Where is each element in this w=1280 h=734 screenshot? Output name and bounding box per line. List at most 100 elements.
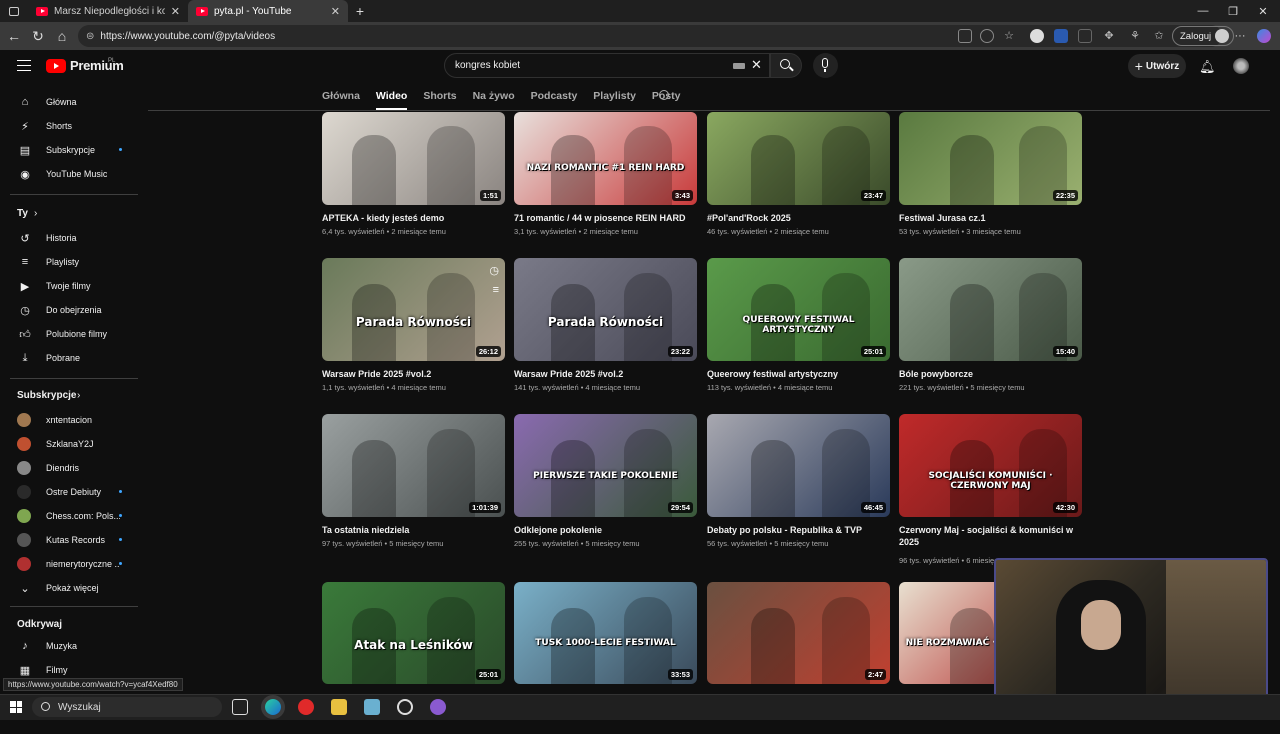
sidebar-subscription[interactable]: xntentacion [0, 408, 140, 432]
clear-search-icon[interactable]: ✕ [751, 57, 762, 73]
more-options-icon[interactable]: ··· [1233, 29, 1247, 43]
video-thumbnail[interactable]: SOCJALIŚCI KOMUNIŚCI · CZERWONY MAJ 42:30 [899, 414, 1082, 517]
video-title[interactable]: 71 romantic / 44 w piosence REIN HARD [514, 212, 697, 224]
channel-search-icon[interactable] [659, 90, 669, 100]
video-thumbnail[interactable]: TUSK 1000-LECIE FESTIWAL 33:53 [514, 582, 697, 684]
video-thumbnail[interactable]: 1:01:39 [322, 414, 505, 517]
video-thumbnail[interactable]: Parada Równości 23:22 [514, 258, 697, 361]
sidebar-item-history[interactable]: ↺ Historia [0, 226, 140, 250]
copilot-icon[interactable] [1257, 29, 1271, 43]
search-button[interactable] [770, 53, 802, 78]
sidebar-item-your-videos[interactable]: ▶ Twoje filmy [0, 274, 140, 298]
sidebar-item-playlists[interactable]: ≡ Playlisty [0, 250, 140, 274]
new-tab-icon[interactable]: + [348, 3, 372, 19]
video-card[interactable]: 46:45 Debaty po polsku - Republika & TVP 5… [707, 414, 890, 567]
split-screen-icon[interactable]: ⚘ [1128, 29, 1142, 43]
minimize-icon[interactable]: — [1188, 0, 1218, 22]
collections-icon[interactable]: ✩ [1152, 29, 1166, 43]
video-card[interactable]: PIERWSZE TAKIE POKOLENIE 29:54 Odklejone p… [514, 414, 697, 567]
search-input[interactable]: kongres kobiet ✕ [444, 53, 770, 78]
windows-start-icon[interactable] [10, 701, 22, 713]
tab-live[interactable]: Na żywo [473, 86, 515, 110]
sidebar-item-liked[interactable]: 👍︎ Polubione filmy [0, 322, 140, 346]
shield-extension-icon[interactable] [1054, 29, 1068, 43]
extension-icon[interactable] [1030, 29, 1044, 43]
video-card[interactable]: 22:35 Festiwal Jurasa cz.1 53 tys. wyświet… [899, 112, 1082, 255]
video-thumbnail[interactable]: 1:51 [322, 112, 505, 205]
video-title[interactable]: Queerowy festiwal artystyczny [707, 368, 890, 380]
video-card[interactable]: Parada Równości ◷ ≡ 26:12 Warsaw Pride 2025 … [322, 258, 505, 411]
show-more-button[interactable]: ⌄ Pokaż więcej [0, 576, 140, 600]
home-browser-icon[interactable]: ⌂ [50, 24, 74, 48]
notifications-bell-icon[interactable]: 🔔︎ [1199, 59, 1216, 75]
video-thumbnail[interactable]: 2:47 [707, 582, 890, 684]
video-thumbnail[interactable]: NAZI ROMANTIC #1 REIN HARD 3:43 [514, 112, 697, 205]
video-thumbnail[interactable]: 15:40 [899, 258, 1082, 361]
create-button[interactable]: + Utwórz [1128, 54, 1186, 78]
video-thumbnail[interactable]: PIERWSZE TAKIE POKOLENIE 29:54 [514, 414, 697, 517]
task-view-icon[interactable] [232, 699, 248, 715]
video-thumbnail[interactable]: Atak na Leśników 25:01 [322, 582, 505, 684]
back-icon[interactable]: ← [2, 24, 26, 48]
notepad-icon[interactable] [364, 699, 380, 715]
video-title[interactable]: Festiwal Jurasa cz.1 [899, 212, 1082, 224]
sidebar-subscription[interactable]: Kutas Records [0, 528, 140, 552]
account-avatar[interactable] [1233, 58, 1249, 74]
opera-icon[interactable] [298, 699, 314, 715]
video-thumbnail[interactable]: 23:47 [707, 112, 890, 205]
video-title[interactable]: Debaty po polsku - Republika & TVP [707, 524, 890, 536]
video-thumbnail[interactable]: QUEEROWY FESTIWAL ARTYSTYCZNY 25:01 [707, 258, 890, 361]
menu-icon[interactable] [17, 60, 31, 71]
youtube-premium-logo[interactable]: Premium PL [46, 58, 124, 73]
sidebar-item-subscriptions[interactable]: ▤ Subskrypcje [0, 138, 140, 162]
video-title[interactable]: Warsaw Pride 2025 #vol.2 [514, 368, 697, 380]
add-to-queue-icon[interactable]: ≡ [493, 284, 499, 296]
close-tab-icon[interactable]: ✕ [171, 5, 180, 18]
video-card[interactable]: NAZI ROMANTIC #1 REIN HARD 3:43 71 romanti… [514, 112, 697, 255]
browser-tab[interactable]: Marsz Niepodległości i kontra 20 ✕ [28, 0, 188, 22]
video-card[interactable]: 1:01:39 Ta ostatnia niedziela 97 tys. wyśw… [322, 414, 505, 567]
video-card[interactable]: SOCJALIŚCI KOMUNIŚCI · CZERWONY MAJ 42:30… [899, 414, 1082, 567]
sidebar-heading-you[interactable]: Ty [17, 208, 28, 219]
video-title[interactable]: APTEKA - kiedy jesteś demo [322, 212, 505, 224]
obs-icon[interactable] [397, 699, 413, 715]
sidebar-item-watch-later[interactable]: ◷ Do obejrzenia [0, 298, 140, 322]
extension-icon[interactable] [1078, 29, 1092, 43]
keyboard-icon[interactable] [733, 63, 745, 69]
video-title[interactable]: Warsaw Pride 2025 #vol.2 [322, 368, 505, 380]
puzzle-icon[interactable]: ✥ [1102, 29, 1116, 43]
edge-browser-icon[interactable] [265, 699, 281, 715]
site-info-icon[interactable]: ⊜ [86, 31, 94, 42]
video-title[interactable]: Bóle powyborcze [899, 368, 1082, 380]
video-card[interactable]: 23:47 #Pol'and'Rock 2025 46 tys. wyświetle… [707, 112, 890, 255]
address-bar[interactable]: ⊜ https://www.youtube.com/@pyta/videos [78, 25, 1222, 47]
video-card[interactable]: 1:51 APTEKA - kiedy jesteś demo 6,4 tys. w… [322, 112, 505, 255]
sidebar-subscription[interactable]: Ostre Debiuty [0, 480, 140, 504]
reload-icon[interactable]: ↻ [26, 24, 50, 48]
tab-videos[interactable]: Wideo [375, 86, 408, 110]
tab-actions-icon[interactable] [0, 0, 28, 22]
close-tab-icon[interactable]: ✕ [331, 5, 340, 18]
video-card[interactable]: 15:40 Bóle powyborcze 221 tys. wyświetleń … [899, 258, 1082, 411]
video-title[interactable]: Czerwony Maj - socjaliści & komuniści w … [899, 524, 1082, 548]
zoom-icon[interactable] [980, 29, 994, 43]
file-explorer-icon[interactable] [331, 699, 347, 715]
video-thumbnail[interactable]: 22:35 [899, 112, 1082, 205]
sidebar-item-music[interactable]: ◉ YouTube Music [0, 162, 140, 186]
voice-search-button[interactable] [813, 53, 838, 78]
browser-tab-active[interactable]: pyta.pl - YouTube ✕ [188, 0, 348, 22]
sidebar-item-shorts[interactable]: ⚡︎ Shorts [0, 114, 140, 138]
discord-icon[interactable] [430, 699, 446, 715]
sidebar-subscription[interactable]: Chess.com: Pols... [0, 504, 140, 528]
app-available-icon[interactable] [958, 29, 972, 43]
sidebar-subscription[interactable]: niemerytoryczne ... [0, 552, 140, 576]
sidebar-heading-subscriptions[interactable]: Subskrypcje [17, 390, 76, 401]
video-thumbnail[interactable]: 46:45 [707, 414, 890, 517]
tab-shorts[interactable]: Shorts [423, 86, 456, 110]
sidebar-item-download[interactable]: ⤓ Pobrane [0, 346, 140, 370]
video-title[interactable]: Ta ostatnia niedziela [322, 524, 505, 536]
sidebar-subscription[interactable]: SzklanaY2J [0, 432, 140, 456]
login-button[interactable]: Zaloguj [1172, 26, 1235, 46]
close-window-icon[interactable]: ✕ [1248, 0, 1278, 22]
sidebar-subscription[interactable]: Diendris [0, 456, 140, 480]
